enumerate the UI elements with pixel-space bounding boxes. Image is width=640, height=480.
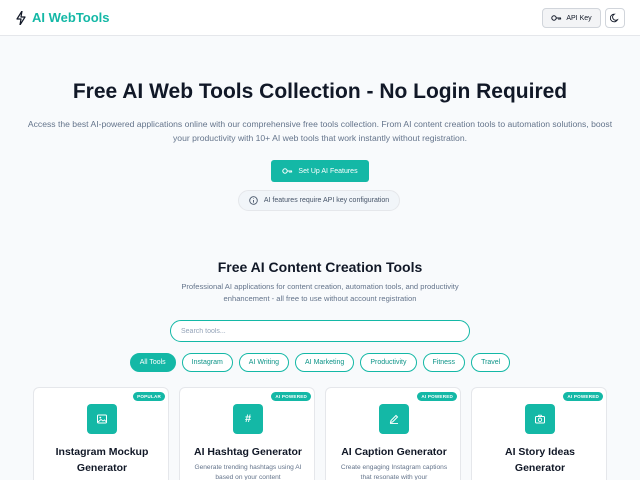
info-icon [249, 196, 258, 205]
card-title: AI Story Ideas Generator [504, 446, 576, 474]
search-input[interactable] [170, 320, 470, 342]
hero-description: Access the best AI-powered applications … [27, 119, 613, 143]
hashtag-icon: # [233, 404, 263, 434]
section-description: Professional AI applications for content… [181, 282, 459, 303]
lightning-icon [16, 10, 26, 25]
pencil-icon [379, 404, 409, 434]
api-key-button[interactable]: API Key [542, 8, 601, 28]
card-title: AI Hashtag Generator [194, 446, 302, 458]
page-title: Free AI Web Tools Collection - No Login … [72, 80, 568, 103]
filter-chip-all-tools[interactable]: All Tools [129, 353, 176, 372]
filter-chip-ai-marketing[interactable]: AI Marketing [295, 353, 355, 372]
filter-chip-instagram[interactable]: Instagram [181, 353, 233, 372]
notice-text: AI features require API key configuratio… [263, 197, 390, 204]
key-icon [282, 168, 293, 174]
ai-powered-badge: AI POWERED [417, 392, 457, 401]
camera-icon [525, 404, 555, 434]
ai-powered-badge: AI POWERED [563, 392, 603, 401]
popular-badge: POPULAR [133, 392, 165, 401]
setup-button-label: Set Up AI Features [298, 167, 358, 175]
moon-icon [610, 13, 619, 23]
theme-toggle-button[interactable] [605, 8, 625, 28]
ai-powered-badge: AI POWERED [271, 392, 311, 401]
tool-card-instagram-mockup[interactable]: POPULAR Instagram Mockup Generator [33, 387, 169, 480]
image-icon [87, 404, 117, 434]
card-description: Create engaging Instagram captions that … [340, 464, 448, 480]
api-key-notice: AI features require API key configuratio… [238, 190, 400, 211]
tool-card-ai-hashtag[interactable]: AI POWERED # AI Hashtag Generator Genera… [179, 387, 315, 480]
tool-card-ai-story-ideas[interactable]: AI POWERED AI Story Ideas Generator [471, 387, 607, 480]
card-title: AI Caption Generator [341, 446, 447, 458]
card-description: Generate trending hashtags using AI base… [194, 464, 302, 480]
filter-chip-fitness[interactable]: Fitness [422, 353, 466, 372]
top-navbar: AI WebTools API Key [0, 0, 640, 36]
key-icon [551, 15, 562, 21]
api-key-label: API Key [566, 14, 592, 22]
filter-chip-productivity[interactable]: Productivity [360, 353, 417, 372]
tool-cards-grid: POPULAR Instagram Mockup Generator AI PO… [33, 387, 608, 480]
setup-ai-features-button[interactable]: Set Up AI Features [271, 160, 369, 182]
filter-chip-ai-writing[interactable]: AI Writing [238, 353, 290, 372]
section-title: Free AI Content Creation Tools [217, 259, 423, 275]
tool-card-ai-caption[interactable]: AI POWERED AI Caption Generator Create e… [325, 387, 461, 480]
filter-chip-travel[interactable]: Travel [471, 353, 511, 372]
logo[interactable]: AI WebTools [16, 10, 110, 25]
logo-text: AI WebTools [32, 10, 110, 25]
filter-chips: All Tools Instagram AI Writing AI Market… [0, 353, 640, 372]
card-title: Instagram Mockup Generator [55, 446, 149, 474]
